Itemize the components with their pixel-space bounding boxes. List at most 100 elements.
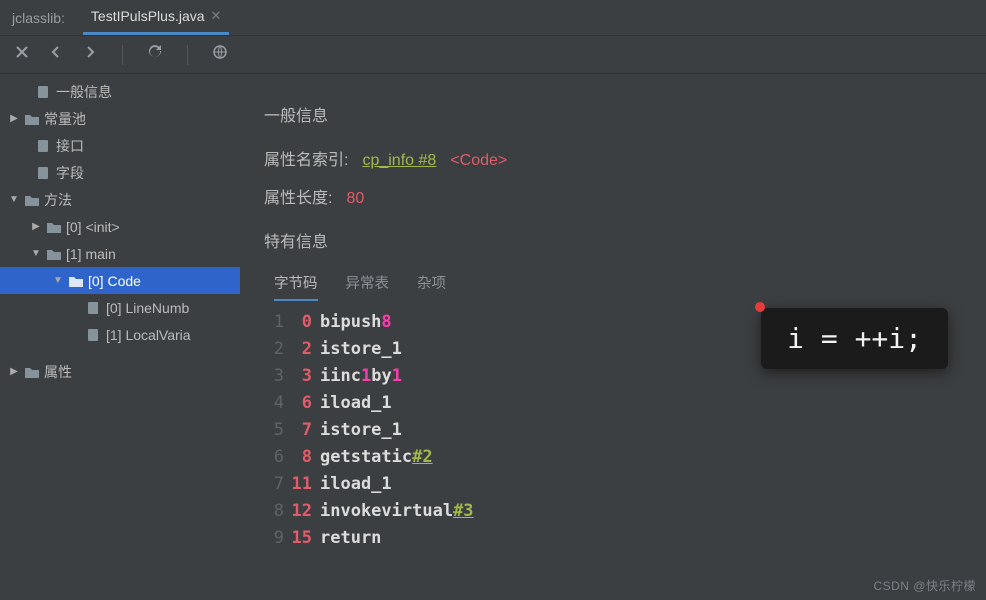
attr-name-row: 属性名索引: cp_info #8 <Code> bbox=[264, 146, 962, 170]
sidebar-tree: 一般信息 ▶ 常量池 接口 字段 ▼方法 ▶ [0] <init> ▼[1] mai… bbox=[0, 74, 240, 600]
tree-label: 常量池 bbox=[44, 109, 86, 129]
dot-icon bbox=[755, 302, 765, 312]
file-icon bbox=[86, 301, 102, 315]
tree-label: [0] Code bbox=[88, 273, 141, 289]
operand: 1 bbox=[361, 363, 371, 390]
offset: 2 bbox=[286, 336, 320, 363]
folder-icon bbox=[68, 274, 84, 288]
code-tabs: 字节码 异常表 杂项 bbox=[274, 272, 962, 301]
tab-misc[interactable]: 杂项 bbox=[417, 272, 446, 301]
attr-name-link[interactable]: cp_info #8 bbox=[362, 152, 436, 170]
tabbar: jclasslib: TestIPulsPlus.java ✕ bbox=[0, 0, 986, 36]
back-icon[interactable] bbox=[48, 44, 64, 65]
folder-icon bbox=[24, 365, 40, 379]
folder-icon bbox=[24, 193, 40, 207]
operand: 8 bbox=[381, 309, 391, 336]
separator bbox=[187, 45, 188, 65]
tab-bytecode[interactable]: 字节码 bbox=[274, 272, 318, 301]
tree-node-general[interactable]: 一般信息 bbox=[0, 78, 240, 105]
tree-label: [0] <init> bbox=[66, 219, 120, 235]
cp-ref[interactable]: #3 bbox=[453, 498, 473, 525]
opcode: invokevirtual bbox=[320, 498, 453, 525]
attr-name-label: 属性名索引: bbox=[264, 146, 348, 170]
gutter: 9 bbox=[264, 525, 286, 552]
folder-icon bbox=[46, 220, 62, 234]
tree-label: 字段 bbox=[56, 163, 84, 183]
offset: 12 bbox=[286, 498, 320, 525]
tree-node-fields[interactable]: 字段 bbox=[0, 159, 240, 186]
file-icon bbox=[36, 139, 52, 153]
tab-exceptions[interactable]: 异常表 bbox=[346, 272, 390, 301]
tree-node-init[interactable]: ▶ [0] <init> bbox=[0, 213, 240, 240]
tree-node-methods[interactable]: ▼方法 bbox=[0, 186, 240, 213]
tree-label: 接口 bbox=[56, 136, 84, 156]
tree-node-linenum[interactable]: [0] LineNumb bbox=[0, 294, 240, 321]
opcode: iinc bbox=[320, 363, 361, 390]
gutter: 8 bbox=[264, 498, 286, 525]
content: 一般信息 属性名索引: cp_info #8 <Code> 属性长度: 80 特… bbox=[240, 74, 986, 600]
close-icon[interactable] bbox=[14, 44, 30, 65]
tab-title: TestIPulsPlus.java bbox=[91, 8, 205, 24]
section-general: 一般信息 bbox=[264, 102, 962, 126]
by-keyword: by bbox=[371, 363, 391, 390]
folder-icon bbox=[46, 247, 62, 261]
bytecode-row[interactable]: 57 istore_1 bbox=[264, 417, 962, 444]
offset: 6 bbox=[286, 390, 320, 417]
opcode: iload_1 bbox=[320, 390, 392, 417]
toolbar bbox=[0, 36, 986, 74]
tooltip-text: i = ++i; bbox=[787, 322, 922, 355]
opcode: bipush bbox=[320, 309, 381, 336]
tree-node-attributes[interactable]: ▶属性 bbox=[0, 358, 240, 385]
globe-icon[interactable] bbox=[212, 44, 228, 65]
project-label: jclasslib: bbox=[12, 10, 65, 26]
bytecode-row[interactable]: 915 return bbox=[264, 525, 962, 552]
offset: 7 bbox=[286, 417, 320, 444]
tooltip: i = ++i; bbox=[761, 308, 948, 369]
chevron-down-icon: ▼ bbox=[8, 194, 20, 205]
gutter: 3 bbox=[264, 363, 286, 390]
gutter: 5 bbox=[264, 417, 286, 444]
bytecode-row[interactable]: 711 iload_1 bbox=[264, 471, 962, 498]
file-icon bbox=[36, 85, 52, 99]
gutter: 4 bbox=[264, 390, 286, 417]
bytecode-row[interactable]: 46 iload_1 bbox=[264, 390, 962, 417]
offset: 8 bbox=[286, 444, 320, 471]
tree-node-constpool[interactable]: ▶ 常量池 bbox=[0, 105, 240, 132]
refresh-icon[interactable] bbox=[147, 44, 163, 65]
watermark: CSDN @快乐柠檬 bbox=[873, 577, 976, 594]
chevron-down-icon: ▼ bbox=[30, 248, 42, 259]
tree-label: 一般信息 bbox=[56, 82, 112, 102]
tree-label: 属性 bbox=[44, 362, 72, 382]
operand: 1 bbox=[392, 363, 402, 390]
tree-node-interfaces[interactable]: 接口 bbox=[0, 132, 240, 159]
tree-label: [1] LocalVaria bbox=[106, 327, 191, 343]
opcode: istore_1 bbox=[320, 417, 402, 444]
opcode: return bbox=[320, 525, 381, 552]
folder-icon bbox=[24, 112, 40, 126]
tree-node-main[interactable]: ▼[1] main bbox=[0, 240, 240, 267]
chevron-right-icon: ▶ bbox=[30, 221, 42, 232]
editor-tab[interactable]: TestIPulsPlus.java ✕ bbox=[83, 8, 230, 35]
main: 一般信息 ▶ 常量池 接口 字段 ▼方法 ▶ [0] <init> ▼[1] mai… bbox=[0, 74, 986, 600]
cp-ref[interactable]: #2 bbox=[412, 444, 432, 471]
bytecode-row[interactable]: 812 invokevirtual #3 bbox=[264, 498, 962, 525]
offset: 3 bbox=[286, 363, 320, 390]
bytecode-row[interactable]: 68 getstatic #2 bbox=[264, 444, 962, 471]
forward-icon[interactable] bbox=[82, 44, 98, 65]
tree-node-code[interactable]: ▼ [0] Code bbox=[0, 267, 240, 294]
file-icon bbox=[86, 328, 102, 342]
gutter: 1 bbox=[264, 309, 286, 336]
chevron-down-icon: ▼ bbox=[52, 275, 64, 286]
opcode: iload_1 bbox=[320, 471, 392, 498]
attr-len-row: 属性长度: 80 bbox=[264, 184, 962, 208]
section-specific: 特有信息 bbox=[264, 228, 962, 252]
attr-name-tag: <Code> bbox=[450, 152, 507, 170]
tree-node-localvar[interactable]: [1] LocalVaria bbox=[0, 321, 240, 348]
file-icon bbox=[36, 166, 52, 180]
gutter: 2 bbox=[264, 336, 286, 363]
chevron-right-icon: ▶ bbox=[8, 113, 20, 124]
tree-label: [0] LineNumb bbox=[106, 300, 189, 316]
offset: 0 bbox=[286, 309, 320, 336]
close-icon[interactable]: ✕ bbox=[211, 8, 222, 24]
offset: 15 bbox=[286, 525, 320, 552]
